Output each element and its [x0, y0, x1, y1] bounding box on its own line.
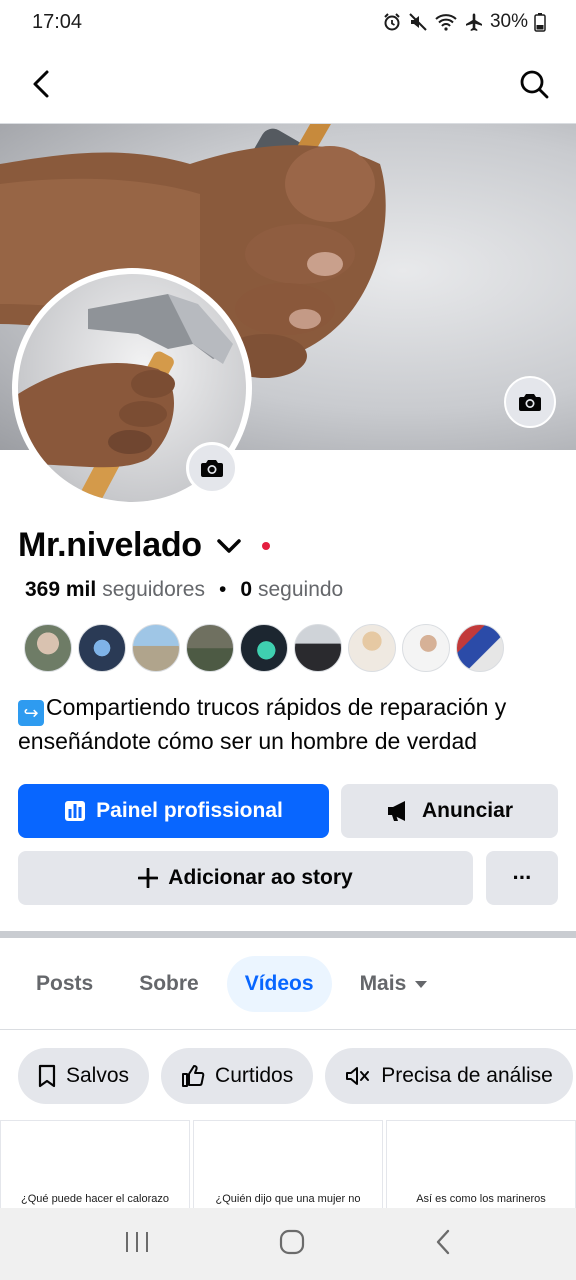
top-nav — [0, 44, 576, 124]
system-navigation-bar — [0, 1208, 576, 1280]
video-thumbnail[interactable]: Así es como los marineros — [386, 1120, 576, 1210]
following-count[interactable]: 0 — [240, 578, 252, 602]
status-time: 17:04 — [32, 10, 83, 33]
thumbs-up-icon — [182, 1065, 205, 1087]
add-to-story-label: Adicionar ao story — [168, 866, 353, 889]
video-caption: ¿Qué puede hacer el calorazo — [21, 1193, 169, 1205]
tab-sobre[interactable]: Sobre — [121, 956, 217, 1012]
follower-avatar[interactable] — [294, 624, 342, 672]
dashboard-chart-icon — [65, 801, 86, 821]
followers-label[interactable]: seguidores — [102, 578, 205, 602]
follower-avatar[interactable] — [348, 624, 396, 672]
chip-label: Salvos — [66, 1064, 130, 1087]
follower-avatar[interactable] — [402, 624, 450, 672]
status-icons: 30% — [382, 11, 546, 33]
more-options-label: ··· — [512, 865, 533, 890]
tab-label: Sobre — [139, 972, 199, 995]
airplane-icon — [465, 13, 482, 31]
video-thumbnail[interactable]: ¿Qué puede hacer el calorazo — [0, 1120, 190, 1210]
video-filter-chips: Salvos Curtidos Precisa de análise — [18, 1048, 573, 1104]
camera-icon — [519, 394, 541, 411]
back-button[interactable] — [22, 64, 62, 104]
section-divider — [0, 931, 576, 938]
bio-arrow-emoji: ↪ — [18, 700, 44, 726]
wifi-icon — [435, 14, 457, 31]
advertise-label: Anunciar — [421, 799, 513, 822]
follower-avatar[interactable] — [132, 624, 180, 672]
follow-stats: 369 mil seguidores • 0 seguindo — [25, 578, 343, 602]
plus-icon — [138, 868, 159, 888]
follower-avatar[interactable] — [240, 624, 288, 672]
recent-apps-icon — [126, 1231, 149, 1252]
home-icon — [279, 1229, 305, 1254]
video-thumbnail[interactable]: ¿Quién dijo que una mujer no — [193, 1120, 383, 1210]
video-caption: Así es como los marineros — [416, 1193, 546, 1205]
more-options-button[interactable]: ··· — [486, 851, 558, 905]
follower-avatar[interactable] — [456, 624, 504, 672]
follower-avatar[interactable] — [186, 624, 234, 672]
video-grid: ¿Qué puede hacer el calorazo ¿Quién dijo… — [0, 1120, 576, 1210]
chip-precisa-de-analise[interactable]: Precisa de análise — [325, 1048, 573, 1104]
camera-icon — [201, 460, 223, 477]
cover-camera-button[interactable] — [504, 376, 556, 428]
bio-text: Compartiendo trucos rápidos de reparació… — [18, 694, 507, 754]
tabs-divider — [0, 1029, 576, 1030]
search-button[interactable] — [514, 64, 554, 104]
back-icon — [436, 1229, 449, 1254]
chip-label: Precisa de análise — [381, 1064, 553, 1087]
battery-percent: 30% — [489, 11, 528, 32]
tab-videos[interactable]: Vídeos — [226, 956, 332, 1012]
chip-salvos[interactable]: Salvos — [18, 1048, 150, 1104]
home-button[interactable] — [279, 1229, 305, 1260]
stats-separator: • — [218, 578, 227, 601]
follower-avatars[interactable] — [24, 624, 504, 672]
profile-name-row[interactable]: Mr.nivelado — [18, 526, 270, 565]
video-caption: ¿Quién dijo que una mujer no — [215, 1193, 361, 1205]
profile-name: Mr.nivelado — [18, 526, 202, 564]
search-icon — [520, 70, 549, 98]
status-dot — [261, 541, 270, 550]
muted-speaker-icon — [346, 1067, 370, 1085]
professional-dashboard-label: Painel profissional — [96, 799, 283, 822]
megaphone-icon — [387, 801, 405, 821]
recent-apps-button[interactable] — [124, 1230, 150, 1259]
profile-bio: ↪ Compartiendo trucos rápidos de reparaci… — [18, 692, 558, 757]
avatar-camera-button[interactable] — [186, 442, 238, 494]
following-label[interactable]: seguindo — [258, 578, 343, 602]
chip-label: Curtidos — [215, 1064, 294, 1087]
profile-tabs: Posts Sobre Vídeos Mais — [18, 956, 446, 1012]
tab-label: Posts — [36, 972, 94, 995]
chip-curtidos[interactable]: Curtidos — [161, 1048, 314, 1104]
add-to-story-button[interactable]: Adicionar ao story — [18, 851, 473, 905]
tab-posts[interactable]: Posts — [18, 956, 111, 1012]
tab-label: Mais — [359, 972, 407, 995]
mute-icon — [409, 13, 427, 31]
status-bar: 17:04 30% — [0, 0, 576, 44]
follower-avatar[interactable] — [78, 624, 126, 672]
battery-icon — [534, 13, 546, 32]
chevron-down-icon[interactable] — [216, 537, 242, 555]
tab-label: Vídeos — [244, 972, 314, 995]
follower-avatar[interactable] — [24, 624, 72, 672]
caret-down-icon — [415, 981, 428, 988]
advertise-button[interactable]: Anunciar — [341, 784, 558, 838]
system-back-button[interactable] — [434, 1228, 452, 1261]
tab-mais[interactable]: Mais — [342, 956, 447, 1012]
back-chevron-icon — [33, 70, 49, 97]
alarm-icon — [384, 13, 400, 31]
followers-count[interactable]: 369 mil — [25, 578, 96, 602]
bookmark-icon — [38, 1064, 56, 1088]
professional-dashboard-button[interactable]: Painel profissional — [18, 784, 329, 838]
